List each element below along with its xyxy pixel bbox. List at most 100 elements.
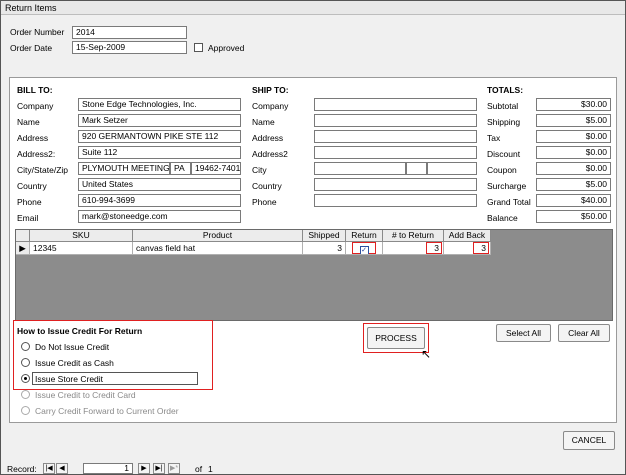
col-header-shipped[interactable]: Shipped bbox=[303, 230, 346, 242]
subtotal-field: $30.00 bbox=[536, 98, 611, 111]
prev-record-icon[interactable]: ◀ bbox=[56, 463, 68, 474]
select-all-button[interactable]: Select All bbox=[496, 324, 551, 342]
col-header-sku[interactable]: SKU bbox=[30, 230, 133, 242]
bill-zip-field[interactable]: 19462-7401 bbox=[191, 162, 241, 175]
totals-label: Balance bbox=[487, 213, 518, 223]
totals-label: Shipping bbox=[487, 117, 521, 127]
to-return-value[interactable]: 3 bbox=[426, 242, 442, 254]
clear-all-button[interactable]: Clear All bbox=[558, 324, 610, 342]
record-of-label: of bbox=[195, 464, 203, 474]
record-label: Record: bbox=[7, 464, 37, 474]
bill-name-field[interactable]: Mark Setzer bbox=[78, 114, 241, 127]
option-credit-card-label: Issue Credit to Credit Card bbox=[35, 390, 136, 400]
record-total: 1 bbox=[208, 464, 213, 474]
approved-label: Approved bbox=[208, 43, 245, 53]
bill-address-field[interactable]: 920 GERMANTOWN PIKE STE 112 bbox=[78, 130, 241, 143]
radio-cash[interactable] bbox=[21, 358, 30, 367]
credit-options-header: How to Issue Credit For Return bbox=[17, 326, 143, 336]
process-button[interactable]: PROCESS bbox=[367, 327, 425, 349]
ship-phone-field[interactable] bbox=[314, 194, 477, 207]
bill-company-label: Company bbox=[17, 101, 54, 111]
grand-total-field: $40.00 bbox=[536, 194, 611, 207]
tax-field: $0.00 bbox=[536, 130, 611, 143]
order-date-label: Order Date bbox=[10, 43, 53, 53]
shipped-cell[interactable]: 3 bbox=[303, 242, 346, 255]
totals-label: Coupon bbox=[487, 165, 517, 175]
bill-email-field[interactable]: mark@stoneedge.com bbox=[78, 210, 241, 223]
bill-country-label: Country bbox=[17, 181, 47, 191]
return-cell[interactable]: ✓ bbox=[346, 242, 383, 255]
order-number-label: Order Number bbox=[10, 27, 65, 37]
coupon-field: $0.00 bbox=[536, 162, 611, 175]
return-items-grid: SKU Product Shipped Return # to Return A… bbox=[15, 229, 613, 321]
bill-name-label: Name bbox=[17, 117, 40, 127]
return-highlight: ✓ bbox=[352, 242, 376, 254]
radio-carry-forward[interactable] bbox=[21, 406, 30, 415]
bill-email-label: Email bbox=[17, 213, 39, 223]
return-checkbox[interactable]: ✓ bbox=[359, 246, 369, 254]
bill-address2-field[interactable]: Suite 112 bbox=[78, 146, 241, 159]
ship-name-label: Name bbox=[252, 117, 275, 127]
discount-field: $0.00 bbox=[536, 146, 611, 159]
to-return-cell[interactable]: 3 bbox=[383, 242, 444, 255]
totals-label: Subtotal bbox=[487, 101, 519, 111]
bill-phone-field[interactable]: 610-994-3699 bbox=[78, 194, 241, 207]
radio-credit-card[interactable] bbox=[21, 390, 30, 399]
bill-csz-label: City/State/Zip bbox=[17, 165, 69, 175]
add-back-value[interactable]: 3 bbox=[473, 242, 489, 254]
first-record-icon[interactable]: |◀ bbox=[43, 463, 55, 474]
sku-cell[interactable]: 12345 bbox=[30, 242, 133, 255]
radio-store-credit[interactable] bbox=[21, 374, 30, 383]
bill-company-field[interactable]: Stone Edge Technologies, Inc. bbox=[78, 98, 241, 111]
option-store-credit-label[interactable]: Issue Store Credit bbox=[35, 374, 103, 384]
bill-address2-label: Address2: bbox=[17, 149, 56, 159]
ship-state-field[interactable] bbox=[406, 162, 427, 175]
approved-checkbox[interactable] bbox=[194, 43, 203, 52]
balance-field: $50.00 bbox=[536, 210, 611, 223]
option-do-not-issue-label[interactable]: Do Not Issue Credit bbox=[35, 342, 109, 352]
bill-city-field[interactable]: PLYMOUTH MEETING bbox=[78, 162, 170, 175]
col-header-add-back[interactable]: Add Back bbox=[444, 230, 491, 242]
totals-label: Surcharge bbox=[487, 181, 527, 191]
ship-address-field[interactable] bbox=[314, 130, 477, 143]
grid-corner bbox=[16, 230, 30, 242]
bill-country-field[interactable]: United States bbox=[78, 178, 241, 191]
ship-city-field[interactable] bbox=[314, 162, 406, 175]
ship-address-label: Address bbox=[252, 133, 284, 143]
radio-do-not-issue[interactable] bbox=[21, 342, 30, 351]
last-record-icon[interactable]: ▶| bbox=[153, 463, 165, 474]
ship-address2-label: Address2 bbox=[252, 149, 288, 159]
totals-label: Discount bbox=[487, 149, 521, 159]
cancel-button[interactable]: CANCEL bbox=[563, 431, 615, 450]
ship-country-field[interactable] bbox=[314, 178, 477, 191]
return-items-window: Return Items Order Number 2014 Order Dat… bbox=[0, 0, 626, 475]
order-number-field[interactable]: 2014 bbox=[72, 26, 187, 39]
ship-city-label: City bbox=[252, 165, 267, 175]
col-header-product[interactable]: Product bbox=[133, 230, 303, 242]
ship-address2-field[interactable] bbox=[314, 146, 477, 159]
bill-address-label: Address bbox=[17, 133, 49, 143]
row-selector-icon[interactable]: ▶ bbox=[16, 242, 30, 255]
ship-company-field[interactable] bbox=[314, 98, 477, 111]
record-number-field[interactable]: 1 bbox=[83, 463, 133, 474]
option-carry-forward-label: Carry Credit Forward to Current Order bbox=[35, 406, 179, 416]
col-header-to-return[interactable]: # to Return bbox=[383, 230, 444, 242]
next-record-icon[interactable]: ▶ bbox=[138, 463, 150, 474]
option-cash-label[interactable]: Issue Credit as Cash bbox=[35, 358, 114, 368]
new-record-icon[interactable]: ▶* bbox=[168, 463, 180, 474]
totals-label: Tax bbox=[487, 133, 501, 143]
totals-header: TOTALS: bbox=[487, 85, 524, 95]
bill-state-field[interactable]: PA bbox=[170, 162, 191, 175]
ship-to-header: SHIP TO: bbox=[252, 85, 289, 95]
ship-zip-field[interactable] bbox=[427, 162, 477, 175]
product-cell[interactable]: canvas field hat bbox=[133, 242, 303, 255]
order-date-field[interactable]: 15-Sep-2009 bbox=[72, 41, 187, 54]
add-back-cell[interactable]: 3 bbox=[444, 242, 491, 255]
col-header-return[interactable]: Return bbox=[346, 230, 383, 242]
surcharge-field: $5.00 bbox=[536, 178, 611, 191]
shipping-field: $5.00 bbox=[536, 114, 611, 127]
ship-company-label: Company bbox=[252, 101, 289, 111]
mouse-cursor-icon: ↖ bbox=[421, 347, 432, 361]
window-title: Return Items bbox=[1, 1, 625, 15]
ship-name-field[interactable] bbox=[314, 114, 477, 127]
